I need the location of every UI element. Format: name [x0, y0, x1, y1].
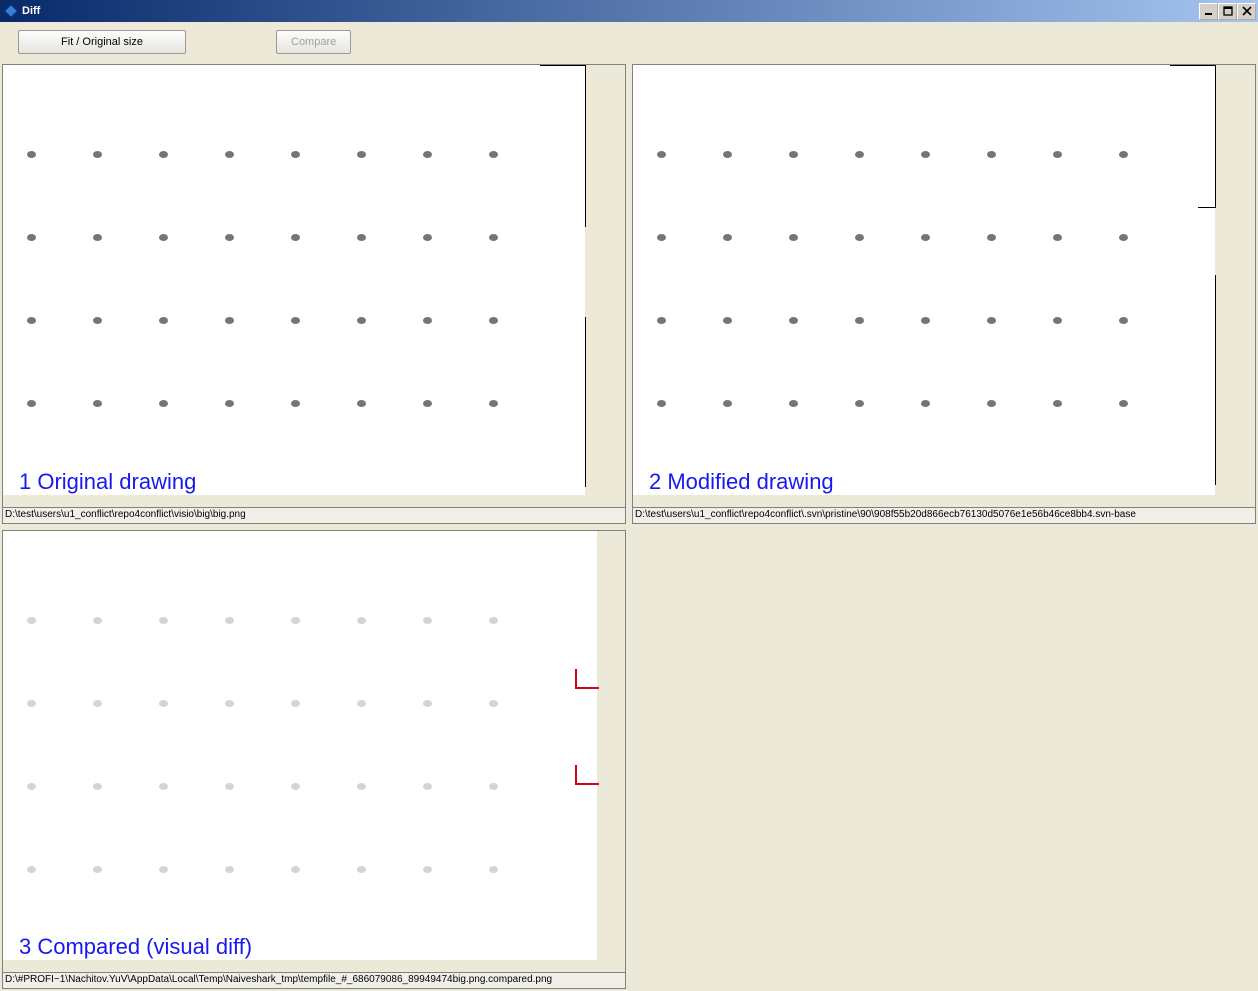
modified-path: D:\test\users\u1_conflict\repo4conflict\…: [633, 507, 1255, 523]
fit-original-size-button[interactable]: Fit / Original size: [18, 30, 186, 54]
panel-original: 1 Original drawing D:\test\users\u1_conf…: [2, 64, 626, 524]
original-label: 1 Original drawing: [19, 469, 196, 495]
compared-image-area[interactable]: 3 Compared (visual diff): [3, 531, 625, 973]
empty-area: [632, 530, 1256, 990]
titlebar: Diff: [0, 0, 1258, 22]
panels-grid: 1 Original drawing D:\test\users\u1_conf…: [0, 62, 1258, 991]
original-path: D:\test\users\u1_conflict\repo4conflict\…: [3, 507, 625, 523]
window-title: Diff: [22, 5, 1199, 17]
compared-path: D:\#PROFI~1\Nachitov.YuV\AppData\Local\T…: [3, 972, 625, 988]
toolbar: Fit / Original size Compare: [0, 22, 1258, 62]
original-image-area[interactable]: 1 Original drawing: [3, 65, 625, 507]
app-icon: [4, 4, 18, 18]
minimize-button[interactable]: [1199, 3, 1218, 20]
compared-label: 3 Compared (visual diff): [19, 934, 252, 960]
compare-button: Compare: [276, 30, 351, 54]
compared-drawing: [3, 531, 597, 961]
window-controls: [1199, 3, 1256, 20]
original-drawing: [3, 65, 585, 495]
modified-image-area[interactable]: 2 Modified drawing: [633, 65, 1255, 507]
modified-label: 2 Modified drawing: [649, 469, 834, 495]
panel-modified: 2 Modified drawing D:\test\users\u1_conf…: [632, 64, 1256, 524]
panel-compared: 3 Compared (visual diff) D:\#PROFI~1\Nac…: [2, 530, 626, 990]
panel-empty: [632, 530, 1256, 990]
maximize-button[interactable]: [1218, 3, 1237, 20]
close-button[interactable]: [1237, 3, 1256, 20]
modified-drawing: [633, 65, 1215, 495]
